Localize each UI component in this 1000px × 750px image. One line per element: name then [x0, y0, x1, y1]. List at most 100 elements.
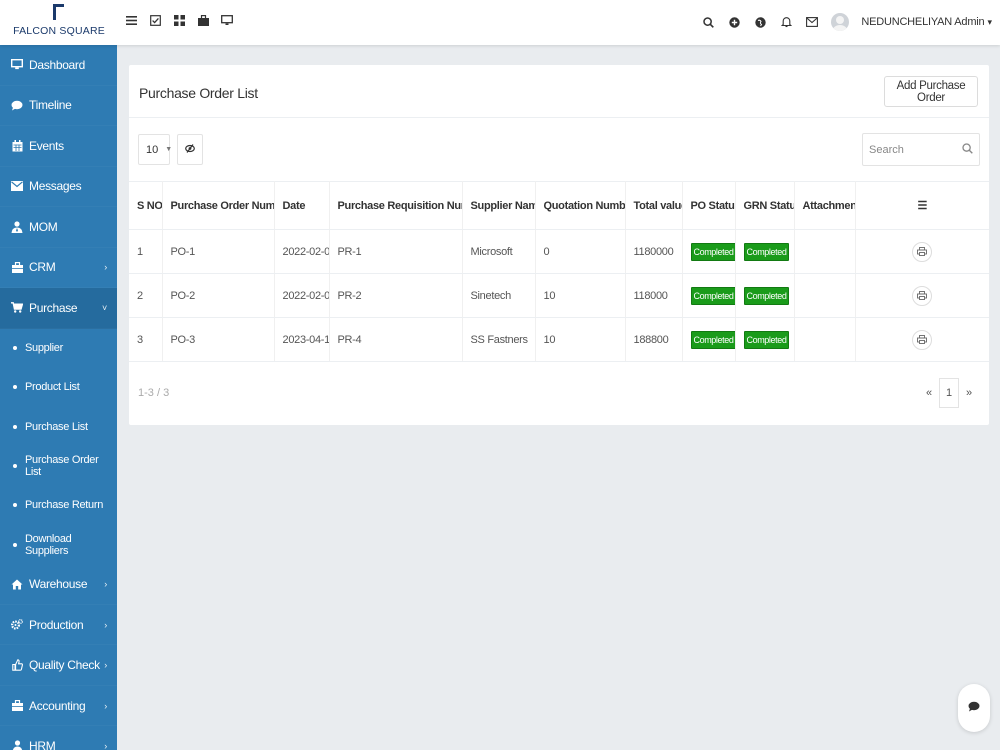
column-header-supplier[interactable]: Supplier Name: [462, 181, 536, 230]
sidebar-item-production[interactable]: Production ›: [0, 605, 117, 646]
sidebar-item-events[interactable]: Events: [0, 126, 117, 167]
thumbs-up-icon: [10, 659, 24, 671]
pagination-prev[interactable]: «: [919, 378, 939, 408]
cell-quotation: 10: [535, 317, 626, 362]
column-header-po-number[interactable]: Purchase Order Number: [162, 181, 275, 230]
pagination-page-1[interactable]: 1: [939, 378, 959, 408]
monitor-icon: [10, 59, 24, 70]
bullet-icon: [13, 424, 17, 429]
sidebar-item-mom[interactable]: MOM: [0, 207, 117, 248]
column-header-total[interactable]: Total value: [625, 181, 683, 230]
column-header-sno[interactable]: S NO^: [129, 181, 163, 230]
chevron-down-icon: ˅: [102, 302, 107, 313]
status-badge: Completed: [690, 242, 734, 261]
list-icon[interactable]: [124, 13, 138, 27]
cell-attachment: [794, 273, 856, 318]
bullet-icon: [13, 464, 17, 469]
sidebar-subitem-supplier[interactable]: Supplier: [0, 329, 117, 368]
chevron-down-icon: ▾: [987, 16, 992, 27]
column-header-pr-number[interactable]: Purchase Requisition Number: [329, 181, 463, 230]
sidebar-item-dashboard[interactable]: Dashboard: [0, 45, 117, 86]
sidebar-subitem-product-list[interactable]: Product List: [0, 368, 117, 407]
menu-icon[interactable]: ☰: [855, 181, 989, 230]
column-toggle-button[interactable]: [177, 134, 203, 165]
purchase-order-card: Purchase Order List Add Purchase Order 1…: [129, 65, 989, 425]
table-header-row: S NO^ Purchase Order Number Date Purchas…: [129, 181, 989, 230]
cart-icon: [10, 302, 24, 313]
column-header-attachment[interactable]: Attachment: [794, 181, 856, 230]
sidebar-subitem-label: Purchase Return: [25, 499, 104, 512]
sidebar-item-label: Dashboard: [29, 57, 86, 72]
sidebar-item-label: Timeline: [29, 98, 72, 113]
globe-icon[interactable]: [753, 15, 767, 29]
add-purchase-order-button[interactable]: Add Purchase Order: [884, 76, 978, 107]
briefcase-icon: [10, 700, 24, 712]
column-header-quotation[interactable]: Quotation Number: [535, 181, 626, 230]
sidebar-item-hrm[interactable]: HRM ›: [0, 726, 117, 750]
print-icon[interactable]: [912, 329, 933, 350]
chevron-right-icon: ›: [104, 579, 107, 590]
cell-po-number: PO-2: [162, 273, 275, 318]
toolbar-icons: [124, 13, 234, 27]
sidebar-item-quality-check[interactable]: Quality Check ›: [0, 645, 117, 686]
briefcase-icon[interactable]: [196, 13, 210, 27]
sidebar-subitem-download-suppliers[interactable]: Download Suppliers: [0, 525, 117, 564]
pagination-next[interactable]: »: [959, 378, 979, 408]
logo-mark-icon: [53, 4, 65, 20]
bullet-icon: [13, 385, 17, 390]
cell-date: 2023-04-11: [274, 317, 330, 362]
column-header-po-status[interactable]: PO Status: [682, 181, 736, 230]
sidebar-subitem-purchase-order-list[interactable]: Purchase Order List: [0, 446, 117, 485]
sidebar-subitem-label: Download Suppliers: [24, 532, 72, 557]
chevron-right-icon: ›: [104, 660, 107, 671]
user-menu[interactable]: NEDUNCHELIYAN Admin ▾: [861, 16, 992, 28]
page-size-select[interactable]: 10 ▼: [138, 134, 173, 165]
add-circle-icon[interactable]: [727, 15, 741, 29]
cell-po-status: Completed: [682, 317, 736, 362]
status-badge: Completed: [743, 242, 790, 261]
sidebar-subitem-label: Purchase Order List: [25, 454, 99, 479]
chat-icon: [10, 100, 24, 111]
status-badge: Completed: [743, 286, 790, 305]
sidebar-item-accounting[interactable]: Accounting ›: [0, 686, 117, 727]
sidebar-item-purchase[interactable]: Purchase ˅: [0, 288, 117, 329]
print-icon[interactable]: [912, 285, 933, 306]
sidebar-item-label: CRM: [29, 260, 56, 275]
sidebar-item-crm[interactable]: CRM ›: [0, 248, 117, 289]
cell-actions: [855, 273, 989, 318]
chevron-right-icon: ›: [104, 262, 107, 273]
checkbox-icon[interactable]: [148, 13, 162, 27]
bell-icon[interactable]: [779, 15, 793, 29]
cell-supplier: Sinetech: [462, 273, 536, 318]
cell-quotation: 0: [535, 229, 626, 274]
column-header-date[interactable]: Date: [274, 181, 330, 230]
monitor-icon[interactable]: [220, 13, 234, 27]
avatar[interactable]: [831, 13, 850, 31]
caret-down-icon: ▼: [165, 146, 173, 153]
cell-actions: [855, 317, 989, 362]
chevron-right-icon: ›: [104, 619, 107, 630]
sidebar-subitem-purchase-list[interactable]: Purchase List: [0, 407, 117, 446]
cell-pr-number: PR-1: [329, 229, 463, 274]
search-input[interactable]: [863, 134, 953, 165]
user-icon: [10, 740, 24, 750]
cell-attachment: [794, 317, 856, 362]
sidebar-item-warehouse[interactable]: Warehouse ›: [0, 564, 117, 605]
toolbar-right: NEDUNCHELIYAN Admin ▾: [701, 8, 992, 36]
sidebar-subitem-purchase-return[interactable]: Purchase Return: [0, 486, 117, 525]
chevron-right-icon: ›: [104, 741, 107, 750]
sidebar-item-messages[interactable]: Messages: [0, 167, 117, 208]
mail-icon[interactable]: [805, 15, 819, 29]
sidebar: Dashboard Timeline Events Messages MOM C…: [0, 45, 117, 750]
page-title: Purchase Order List: [139, 85, 258, 101]
sidebar-item-timeline[interactable]: Timeline: [0, 86, 117, 127]
search-icon[interactable]: [701, 15, 715, 29]
chat-icon: [968, 701, 980, 715]
grid-icon[interactable]: [172, 13, 186, 27]
search-icon[interactable]: [962, 143, 973, 157]
print-icon[interactable]: [912, 241, 933, 262]
status-badge: Completed: [690, 286, 734, 305]
logo[interactable]: FALCON SQUARE: [0, 0, 118, 45]
chat-button[interactable]: [958, 684, 990, 732]
column-header-grn-status[interactable]: GRN Status: [735, 181, 795, 230]
